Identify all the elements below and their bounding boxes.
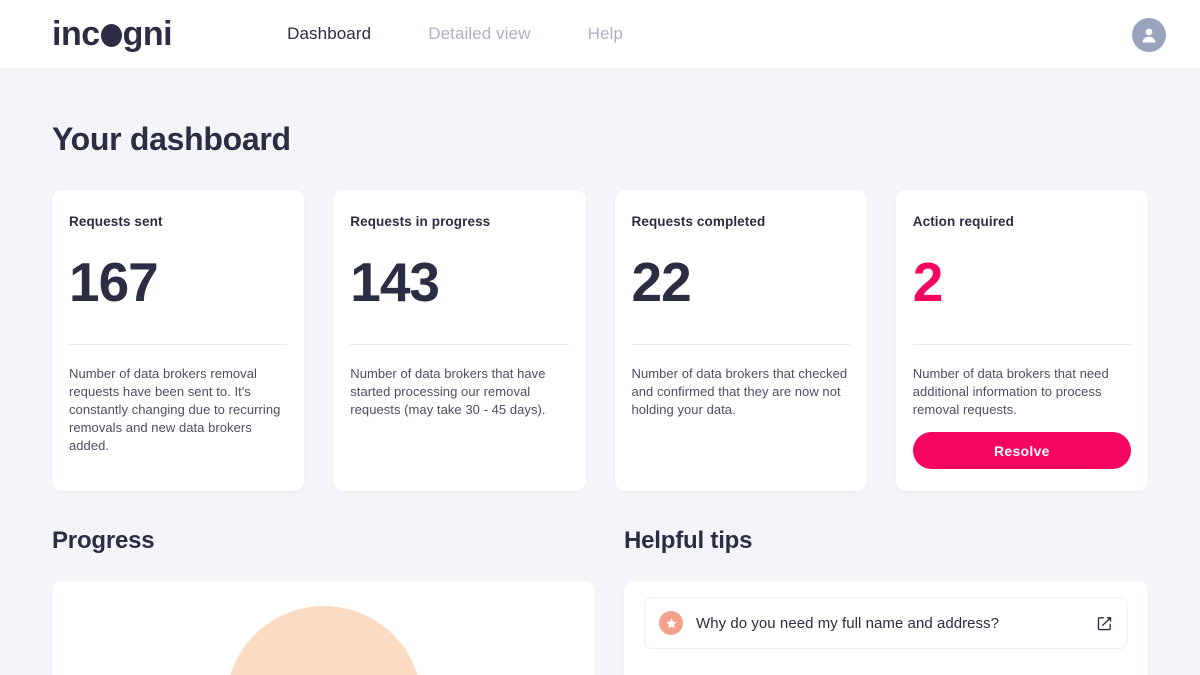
stat-card-description: Number of data brokers that have started… — [350, 366, 546, 417]
progress-panel — [52, 581, 595, 675]
nav-item-detailed-view[interactable]: Detailed view — [428, 24, 530, 44]
nav-item-dashboard[interactable]: Dashboard — [287, 24, 371, 44]
divider — [69, 344, 288, 345]
external-link-icon[interactable] — [1096, 615, 1113, 632]
progress-column: Progress — [52, 527, 595, 675]
divider — [631, 344, 850, 345]
logo-wordmark: inc gni — [52, 15, 173, 53]
stat-card-description: Number of data brokers that checked and … — [631, 366, 848, 417]
stat-card-requests-sent: Requests sent 167 Number of data brokers… — [52, 190, 305, 491]
stat-card-value: 143 — [350, 251, 440, 313]
logo-text-after: gni — [122, 15, 173, 53]
tips-section-title: Helpful tips — [624, 527, 753, 554]
stat-card-row: Requests sent 167 Number of data brokers… — [52, 190, 1148, 491]
resolve-button[interactable]: Resolve — [912, 432, 1131, 469]
page-title: Your dashboard — [52, 121, 291, 157]
nav-item-help[interactable]: Help — [588, 24, 623, 44]
tips-panel: Why do you need my full name and address… — [624, 581, 1148, 675]
divider — [912, 344, 1131, 345]
stat-card-title: Requests in progress — [350, 214, 491, 229]
stat-card-description: Number of data brokers that need additio… — [912, 366, 1109, 417]
stat-card-value: 22 — [631, 251, 692, 313]
lower-section: Progress Helpful tips Why do you need my… — [52, 527, 1148, 675]
filled-circle-letter-o-icon — [100, 23, 122, 47]
stat-card-requests-in-progress: Requests in progress 143 Number of data … — [333, 190, 586, 491]
tip-text: Why do you need my full name and address… — [696, 614, 1000, 632]
stat-card-action-required: Action required 2 Number of data brokers… — [895, 190, 1148, 491]
tip-list-item[interactable]: Why do you need my full name and address… — [644, 597, 1128, 649]
stat-card-title: Requests sent — [69, 214, 163, 229]
incogni-logo[interactable]: inc gni — [52, 14, 173, 54]
main-navigation: Dashboard Detailed view Help — [287, 24, 623, 44]
progress-section-title: Progress — [52, 527, 155, 554]
app-header: inc gni Dashboard Detailed view Help — [0, 0, 1200, 68]
donut-chart-icon — [225, 606, 422, 675]
stat-card-value: 167 — [69, 251, 159, 313]
divider — [350, 344, 569, 345]
stat-card-description: Number of data brokers removal requests … — [69, 366, 281, 453]
stat-card-title: Requests completed — [631, 214, 766, 229]
user-avatar-icon[interactable] — [1132, 18, 1166, 52]
tips-column: Helpful tips Why do you need my full nam… — [624, 527, 1148, 675]
stat-card-requests-completed: Requests completed 22 Number of data bro… — [614, 190, 867, 491]
stat-card-value: 2 — [912, 251, 944, 313]
main-content: Your dashboard Requests sent 167 Number … — [0, 121, 1200, 675]
star-icon — [659, 611, 683, 635]
logo-text-before: inc — [52, 15, 100, 53]
stat-card-title: Action required — [912, 214, 1015, 229]
